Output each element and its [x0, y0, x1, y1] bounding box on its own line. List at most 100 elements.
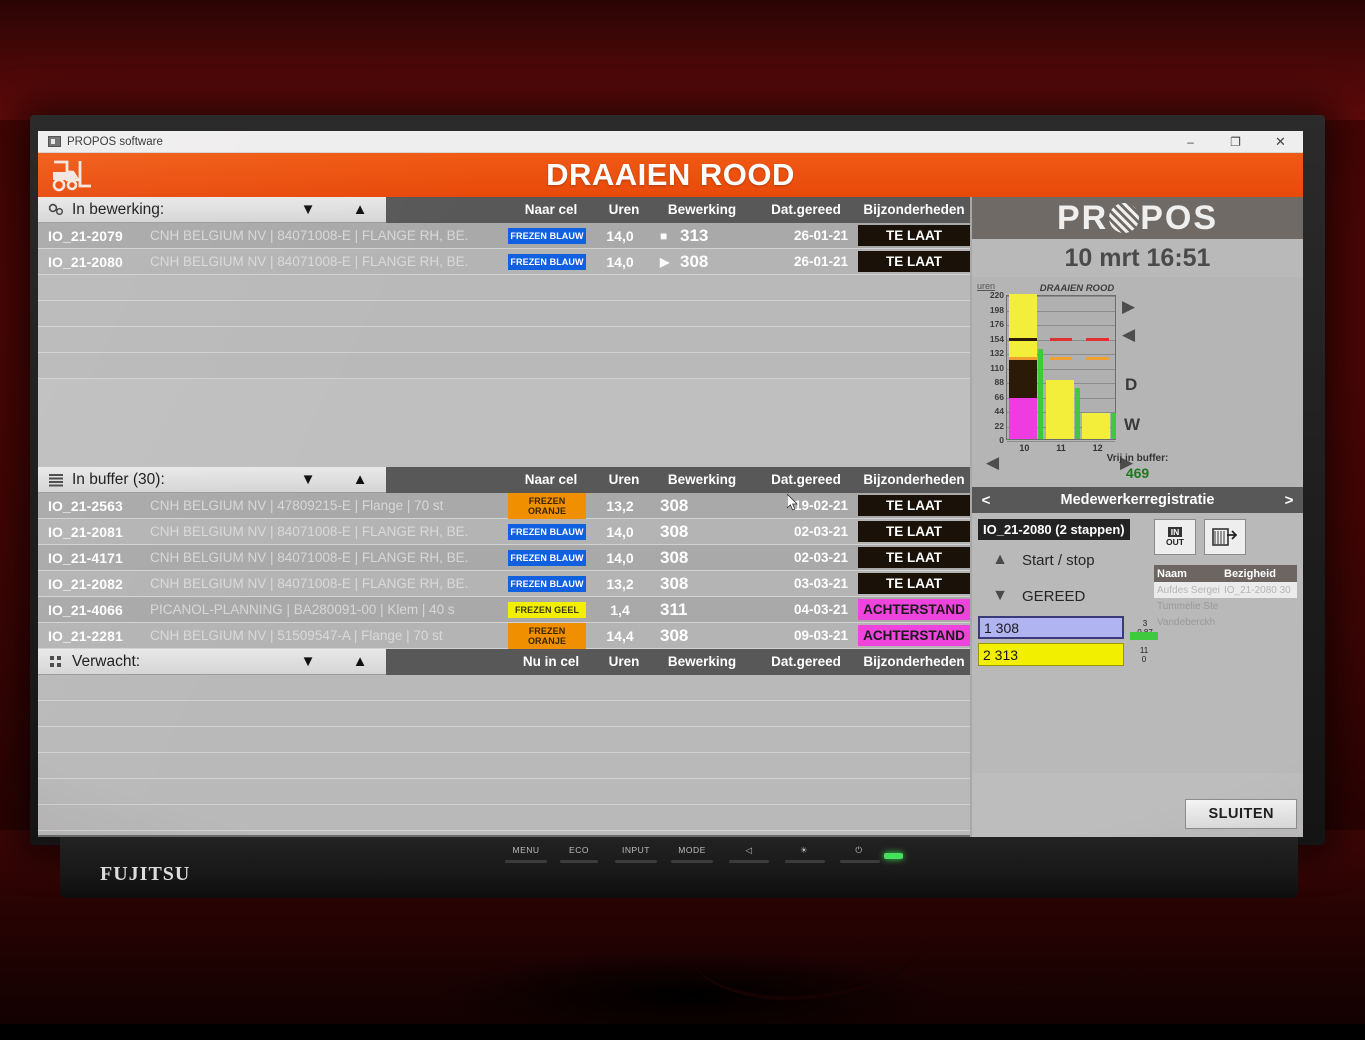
bewerking-cell: 308 [646, 574, 750, 594]
stacked-bar [1046, 380, 1074, 439]
osd-button-mode[interactable]: MODE [672, 845, 712, 859]
sluiten-button[interactable]: SLUITEN [1185, 799, 1297, 829]
table-row[interactable]: IO_21-2079CNH BELGIUM NV | 84071008-E | … [38, 223, 970, 249]
table-row[interactable]: IO_21-4171CNH BELGIUM NV | 84071008-E | … [38, 545, 970, 571]
empty-row [38, 353, 970, 379]
employee-row[interactable]: Aufdes SergeiIO_21-2080 30 [1154, 582, 1297, 598]
bijzonderheden-cell: TE LAAT [858, 521, 970, 542]
bijzonderheden-cell: TE LAAT [858, 225, 970, 246]
start-stop-label[interactable]: Start / stop [1022, 552, 1148, 569]
section-label: In buffer (30): [72, 471, 282, 489]
order-id: IO_21-4171 [38, 550, 150, 566]
employee-row[interactable]: Vandeberckh [1154, 614, 1297, 630]
table-row[interactable]: IO_21-2080CNH BELGIUM NV | 84071008-E | … [38, 249, 970, 275]
osd-button-mute[interactable]: ◁ [738, 845, 760, 859]
order-description: PICANOL-PLANNING | BA280091-00 | Klem | … [150, 602, 500, 617]
mouse-cursor [787, 494, 799, 512]
uren-cell: 14,0 [594, 550, 646, 566]
naar-cel-cell: FREZEN BLAUW [500, 576, 594, 592]
maximize-button[interactable]: ❐ [1213, 131, 1258, 153]
table-row[interactable]: IO_21-2563CNH BELGIUM NV | 47809215-E | … [38, 493, 970, 519]
bijzonderheden-cell: TE LAAT [858, 495, 970, 516]
medewerker-body: IO_21-2080 (2 stappen) ▲ Start / stop ▼ … [972, 513, 1303, 773]
step-up-button[interactable]: ▲ [978, 551, 1022, 569]
gereed-label[interactable]: GEREED [1022, 588, 1148, 605]
io-button-group: IN OUT [1154, 519, 1297, 555]
y-axis-tick: 132 [990, 348, 1004, 358]
osd-button-menu[interactable]: MENU [505, 845, 547, 859]
sort-up-button[interactable]: ▲ [334, 201, 386, 218]
medewerker-header: < Medewerkerregistratie > [972, 487, 1303, 513]
dots-grid-icon [46, 655, 66, 669]
column-header-bewerking: Bewerking [650, 472, 754, 487]
y-axis-tick: 220 [990, 290, 1004, 300]
step-row[interactable]: 2 313110 [978, 643, 1124, 666]
column-header-uren: Uren [598, 654, 650, 669]
sort-down-button[interactable]: ▼ [282, 653, 334, 670]
osd-button-eco[interactable]: ECO [562, 845, 596, 859]
main-body: In bewerking: ▼ ▲ Naar cel Uren Bewerkin… [38, 197, 1303, 837]
status-badge: ACHTERSTAND [858, 599, 970, 620]
bar-segment-te-laat [1009, 357, 1037, 398]
bewerking-cell: 308 [646, 548, 750, 568]
section-header-in-buffer: In buffer (30): ▼ ▲ Naar cel Uren Bewerk… [38, 467, 970, 493]
column-header-nu-in-cel: Nu in cel [504, 654, 598, 669]
bewerking-cell: 311 [646, 600, 750, 620]
scan-export-icon[interactable] [1204, 519, 1246, 555]
bewerking-value: 308 [660, 548, 688, 568]
step-down-button[interactable]: ▼ [978, 587, 1022, 605]
order-description: CNH BELGIUM NV | 51509547-A | Flange | 7… [150, 628, 500, 643]
bewerking-value: 313 [680, 226, 708, 246]
table-row[interactable]: IO_21-4066PICANOL-PLANNING | BA280091-00… [38, 597, 970, 623]
osd-button-input[interactable]: INPUT [616, 845, 656, 859]
order-description: CNH BELGIUM NV | 84071008-E | FLANGE RH,… [150, 576, 500, 591]
empty-row [38, 301, 970, 327]
osd-button-power[interactable]: ⏻ [849, 845, 869, 859]
table-row[interactable]: IO_21-2082CNH BELGIUM NV | 84071008-E | … [38, 571, 970, 597]
bar-group [1046, 294, 1079, 439]
employee-row[interactable]: Tummelie Ste [1154, 598, 1297, 614]
step-row[interactable]: 1 30830,87 [978, 616, 1124, 639]
medewerker-registration: IN OUT [1148, 519, 1297, 767]
current-order-tag: IO_21-2080 (2 stappen) [978, 519, 1130, 540]
chart-next-icon[interactable]: ▶ [1122, 297, 1135, 317]
osd-button-brightness[interactable]: ☀ [794, 845, 814, 859]
order-id: IO_21-2082 [38, 576, 150, 592]
chart-week-button[interactable]: W [1124, 415, 1140, 435]
sort-up-button[interactable]: ▲ [334, 471, 386, 488]
workload-chart: uren DRAAIEN ROOD 0224466881101321541761… [972, 277, 1303, 487]
close-button[interactable]: ✕ [1258, 131, 1303, 153]
step-progress-bar [1130, 632, 1158, 640]
chart-prev-icon[interactable]: ◀ [1122, 325, 1135, 345]
gears-icon [46, 202, 66, 217]
cel-badge: FREZEN BLAUW [508, 576, 586, 592]
medewerker-next-button[interactable]: > [1275, 492, 1303, 509]
table-row[interactable]: IO_21-2281CNH BELGIUM NV | 51509547-A | … [38, 623, 970, 649]
bewerking-cell: 308 [646, 522, 750, 542]
datum-gereed-cell: 09-03-21 [750, 628, 854, 643]
cel-badge: FREZEN BLAUW [508, 524, 586, 540]
clock-display: 10 mrt 16:51 [972, 239, 1303, 277]
window-title: PROPOS software [67, 136, 163, 148]
column-header-bewerking: Bewerking [650, 654, 754, 669]
sort-down-button[interactable]: ▼ [282, 471, 334, 488]
out-label: OUT [1166, 537, 1184, 547]
y-axis-tick: 22 [995, 421, 1004, 431]
table-row[interactable]: IO_21-2081CNH BELGIUM NV | 84071008-E | … [38, 519, 970, 545]
sort-up-button[interactable]: ▲ [334, 653, 386, 670]
reference-line-max [1050, 338, 1073, 341]
minimize-button[interactable]: – [1168, 131, 1213, 153]
power-led [884, 853, 903, 859]
bewerking-cell: ▶308 [646, 252, 750, 272]
photo-scene: MENU ECO INPUT MODE ◁ ☀ ⏻ FUJITSU PROPOS… [0, 0, 1365, 1024]
employee-name: Aufdes Sergei [1154, 585, 1224, 596]
chart-plot-area [1006, 295, 1116, 440]
medewerker-prev-button[interactable]: < [972, 492, 1000, 509]
app-icon [48, 136, 61, 147]
sort-down-button[interactable]: ▼ [282, 201, 334, 218]
chart-day-button[interactable]: D [1125, 375, 1137, 395]
orders-panel: In bewerking: ▼ ▲ Naar cel Uren Bewerkin… [38, 197, 970, 837]
datum-gereed-cell: 04-03-21 [750, 602, 854, 617]
in-out-icon[interactable]: IN OUT [1154, 519, 1196, 555]
y-axis-tick: 88 [995, 377, 1004, 387]
